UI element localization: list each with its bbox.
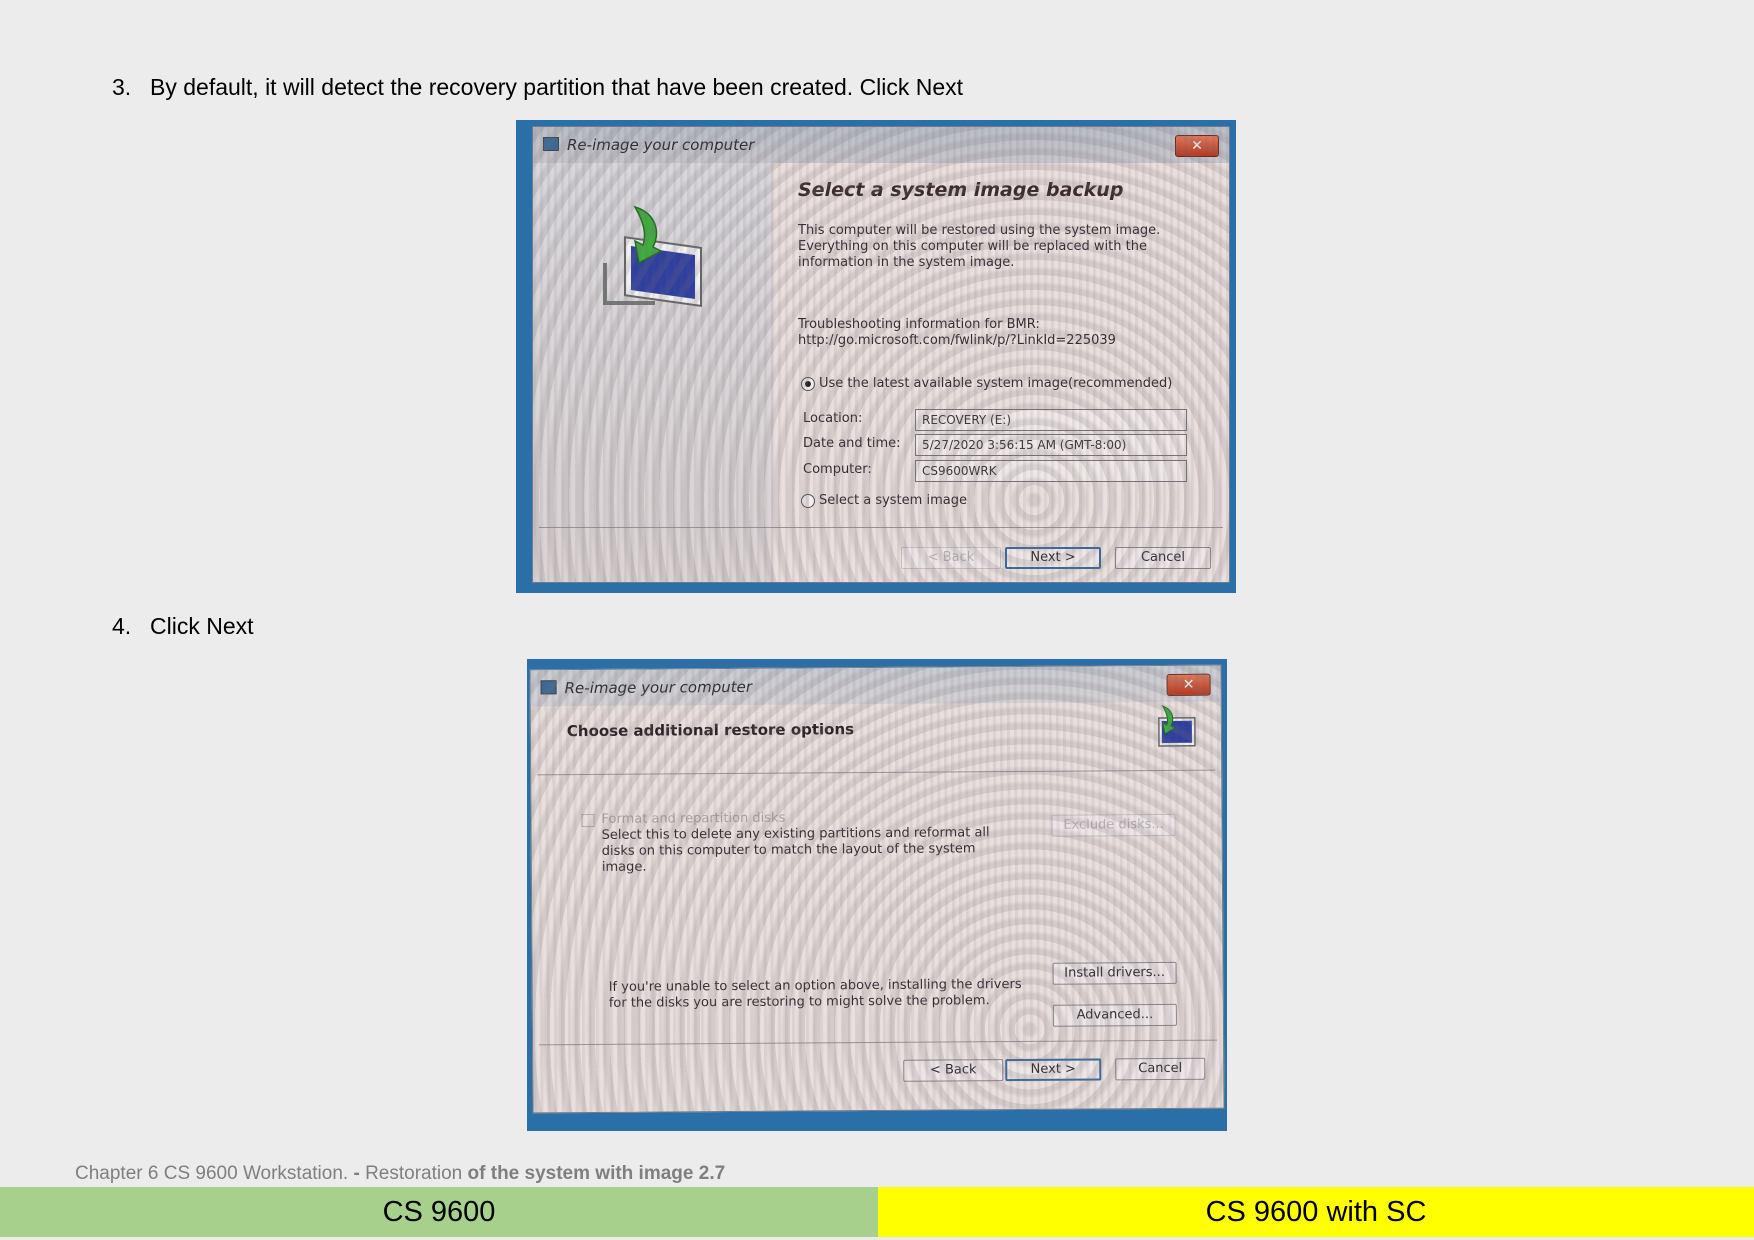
drivers-hint: If you're unable to select an option abo… (608, 976, 1022, 1011)
troubleshooting-link[interactable]: http://go.microsoft.com/fwlink/p/?LinkId… (798, 333, 1178, 349)
chapter-dash: - (353, 1163, 366, 1184)
advanced-button[interactable]: Advanced... (1052, 1003, 1177, 1027)
back-button[interactable]: < Back (901, 547, 1001, 569)
reimage-dialog-select-backup: Re-image your computer ✕ Select a system… (532, 126, 1230, 583)
step-number: 3. (112, 74, 132, 100)
use-latest-image-label[interactable]: Use the latest available system image(re… (819, 376, 1172, 392)
install-drivers-button[interactable]: Install drivers... (1052, 961, 1177, 985)
system-image-backup-icon (603, 205, 702, 308)
computer-field: CS9600WRK (915, 460, 1187, 482)
dialog-title: Re-image your computer (567, 136, 755, 154)
chapter-plain: Chapter 6 CS 9600 Workstation. (75, 1163, 354, 1184)
next-button[interactable]: Next > (1005, 547, 1101, 569)
button-separator (539, 527, 1223, 528)
step-text: By default, it will detect the recovery … (150, 74, 964, 100)
dialog-heading: Select a system image backup (798, 179, 1124, 201)
button-separator (539, 1039, 1218, 1046)
select-system-image-radio[interactable] (801, 494, 815, 508)
step-3: 3. By default, it will detect the recove… (112, 74, 963, 101)
date-time-field: 5/27/2020 3:56:15 AM (GMT-8:00) (915, 434, 1187, 456)
cancel-button[interactable]: Cancel (1115, 1057, 1206, 1081)
computer-label: Computer: (803, 462, 872, 477)
format-repartition-checkbox[interactable] (581, 813, 595, 828)
exclude-disks-button[interactable]: Exclude disks... (1051, 813, 1176, 837)
back-button[interactable]: < Back (903, 1059, 1004, 1082)
app-icon (540, 680, 557, 695)
troubleshooting-info: Troubleshooting information for BMR: htt… (798, 317, 1178, 349)
next-button[interactable]: Next > (1005, 1058, 1102, 1082)
dialog-title: Re-image your computer (564, 677, 753, 698)
screenshot-photo-select-backup: Re-image your computer ✕ Select a system… (516, 120, 1236, 593)
step-number: 4. (112, 613, 132, 639)
product-label-cs9600: CS 9600 (0, 1187, 878, 1237)
screenshot-photo-restore-options: Re-image your computer ✕ Choose addition… (527, 659, 1227, 1131)
troubleshooting-label: Troubleshooting information for BMR: (798, 317, 1040, 332)
cancel-button[interactable]: Cancel (1115, 547, 1211, 569)
chapter-bold: of the system with image 2.7 (467, 1163, 726, 1184)
app-icon (543, 137, 559, 151)
system-image-backup-icon (1158, 705, 1196, 747)
format-repartition-description: Select this to delete any existing parti… (601, 825, 990, 875)
dialog-description: This computer will be restored using the… (798, 223, 1161, 270)
wizard-side-pane (533, 163, 773, 582)
header-separator (537, 769, 1216, 776)
location-field: RECOVERY (E:) (915, 409, 1187, 431)
dialog-titlebar: Re-image your computer ✕ (533, 127, 1229, 163)
date-time-label: Date and time: (803, 436, 901, 451)
product-label-cs9600-sc: CS 9600 with SC (878, 1187, 1754, 1237)
dialog-heading: Choose additional restore options (566, 720, 855, 741)
step-4: 4. Click Next (112, 613, 254, 640)
chapter-footer: Chapter 6 CS 9600 Workstation. - Restora… (75, 1163, 725, 1185)
dialog-titlebar: Re-image your computer ✕ (530, 665, 1221, 707)
format-repartition-label[interactable]: Format and repartition disks (601, 811, 785, 828)
select-system-image-label[interactable]: Select a system image (819, 493, 967, 509)
reimage-dialog-restore-options: Re-image your computer ✕ Choose addition… (529, 664, 1225, 1114)
step-text: Click Next (150, 613, 254, 639)
use-latest-image-radio[interactable] (801, 377, 815, 391)
location-label: Location: (803, 411, 863, 426)
close-button[interactable]: ✕ (1166, 673, 1211, 696)
close-button[interactable]: ✕ (1175, 135, 1219, 157)
chapter-mid: Restoration (365, 1163, 468, 1184)
